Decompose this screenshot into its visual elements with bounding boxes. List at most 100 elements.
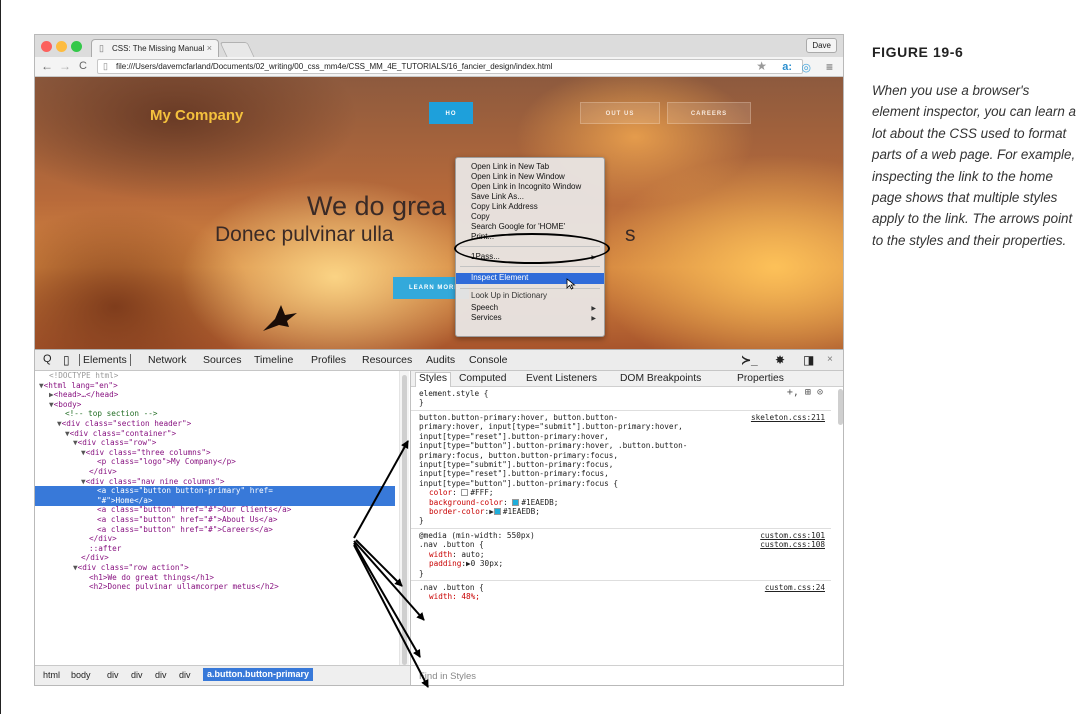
tab-timeline[interactable]: Timeline [254, 354, 293, 366]
tree-node-clients-link[interactable]: <a class="button" href="#">Our Clients</… [97, 505, 291, 515]
rule2-prop-width[interactable]: width: auto; [429, 550, 485, 559]
settings-gear-icon[interactable]: ✸ [775, 353, 785, 367]
back-icon[interactable]: ← [41, 59, 53, 73]
nav-home-button[interactable]: HO [429, 102, 473, 124]
tab-dom-breakpoints[interactable]: DOM Breakpoints [620, 373, 701, 384]
breadcrumb-selected[interactable]: a.button.button-primary [203, 668, 313, 681]
new-rule-icons[interactable]: +, ⊞ ⊙ [787, 387, 823, 397]
tree-node-head[interactable]: ▶<head>…</head> [49, 390, 118, 400]
rule1-selector-line[interactable]: input[type="button"].button-primary:hove… [419, 441, 687, 450]
breadcrumb-div[interactable]: div [179, 670, 191, 680]
rule3-selector[interactable]: .nav .button { [419, 583, 484, 592]
tree-node-logo[interactable]: <p class="logo">My Company</p> [97, 457, 236, 467]
reload-icon[interactable]: C [79, 60, 87, 72]
minimize-window-button[interactable] [56, 41, 67, 52]
menu-item-open-new-window[interactable]: Open Link in New Window [456, 172, 604, 182]
site-logo[interactable]: My Company [150, 107, 243, 124]
tree-node-doctype[interactable]: <!DOCTYPE html> [49, 371, 118, 381]
tree-node-home-link[interactable]: <a class="button button-primary" href= [97, 486, 273, 496]
extension-icon[interactable]: ◎ [801, 61, 811, 74]
breadcrumb-body[interactable]: body [71, 670, 91, 680]
tab-properties[interactable]: Properties [737, 373, 784, 384]
elements-scroll-thumb[interactable] [402, 375, 407, 665]
rule1-prop-border-color[interactable]: border-color:▶ #1EAEDB; [429, 507, 540, 516]
tree-node-row[interactable]: ▼<div class="row"> [73, 438, 156, 448]
forward-icon[interactable]: → [59, 59, 71, 73]
tab-resources[interactable]: Resources [362, 354, 412, 366]
tree-node-close-div[interactable]: </div> [89, 467, 117, 477]
menu-item-copy[interactable]: Copy [456, 212, 604, 222]
tree-node-after[interactable]: ::after [89, 544, 121, 554]
rule1-selector-line[interactable]: input[type="button"].button-primary:focu… [419, 479, 618, 488]
console-drawer-icon[interactable]: ≻_ [741, 353, 758, 367]
nav-about-button[interactable]: OUT US [580, 102, 660, 124]
new-tab-button[interactable] [219, 42, 255, 57]
rule1-prop-background-color[interactable]: background-color: #1EAEDB; [429, 498, 558, 507]
tab-network[interactable]: Network [148, 354, 187, 366]
rule3-prop-width[interactable]: width: 48%; [429, 592, 480, 601]
styles-scroll-thumb[interactable] [838, 389, 843, 425]
tab-styles[interactable]: Styles [415, 372, 452, 387]
styles-scrollbar[interactable] [837, 389, 843, 665]
nav-careers-button[interactable]: CAREERS [667, 102, 751, 124]
bookmark-star-icon[interactable]: ★ [756, 59, 767, 73]
close-tab-icon[interactable]: × [207, 43, 212, 53]
tab-computed[interactable]: Computed [459, 373, 507, 384]
rule2-selector[interactable]: .nav .button { [419, 540, 484, 549]
tree-node-body[interactable]: ▼<body> [49, 400, 81, 410]
rule1-selector-line[interactable]: input[type="reset"].button-primary:focus… [419, 469, 609, 478]
tree-node-html[interactable]: ▼<html lang="en"> [39, 381, 118, 391]
rule1-source-link[interactable]: skeleton.css:211 [751, 413, 825, 422]
tree-node-row-action[interactable]: ▼<div class="row action"> [73, 563, 189, 573]
rule1-selector-line[interactable]: input[type="reset"].button-primary:hover… [419, 432, 609, 441]
rule2-source-link[interactable]: custom.css:108 [760, 540, 825, 549]
tree-node-h2[interactable]: <h2>Donec pulvinar ullamcorper metus</h2… [89, 582, 279, 592]
tree-node-close-row[interactable]: </div> [81, 553, 109, 563]
menu-item-open-incognito[interactable]: Open Link in Incognito Window [456, 182, 604, 192]
tab-audits[interactable]: Audits [426, 354, 455, 366]
user-profile-button[interactable]: Dave [806, 38, 837, 53]
extension-a-icon[interactable]: a: [782, 61, 792, 73]
tab-sources[interactable]: Sources [203, 354, 242, 366]
rule1-selector-line[interactable]: primary:focus, button.button-primary:foc… [419, 451, 618, 460]
rule2-media-source-link[interactable]: custom.css:101 [760, 531, 825, 540]
menu-item-look-up[interactable]: Look Up in Dictionary [456, 291, 604, 301]
breadcrumb-div[interactable]: div [131, 670, 143, 680]
color-swatch[interactable] [461, 489, 469, 497]
menu-item-search-google[interactable]: Search Google for 'HOME' [456, 222, 604, 232]
rule1-selector-line[interactable]: button.button-primary:hover, button.butt… [419, 413, 618, 422]
browser-tab[interactable]: ▯ CSS: The Missing Manual × [91, 39, 219, 57]
zoom-window-button[interactable] [71, 41, 82, 52]
tree-node-careers-link[interactable]: <a class="button" href="#">Careers</a> [97, 525, 273, 535]
color-swatch[interactable] [493, 508, 501, 515]
tree-node-home-link-cont[interactable]: "#">Home</a> [97, 496, 153, 506]
tab-elements[interactable]: Elements [79, 354, 131, 366]
menu-item-open-new-tab[interactable]: Open Link in New Tab [456, 162, 604, 172]
find-in-styles-input[interactable]: Find in Styles [411, 665, 843, 685]
color-swatch[interactable] [512, 498, 520, 506]
breadcrumb-div[interactable]: div [107, 670, 119, 680]
element-style-selector[interactable]: element.style { [419, 389, 488, 398]
rule1-selector-line[interactable]: primary:hover, input[type="submit"].butt… [419, 422, 683, 431]
tree-node-nav[interactable]: ▼<div class="nav nine columns"> [81, 477, 225, 487]
tree-node-container[interactable]: ▼<div class="container"> [65, 429, 176, 439]
tree-node-close-nav[interactable]: </div> [89, 534, 117, 544]
menu-item-save-link[interactable]: Save Link As... [456, 192, 604, 202]
address-bar[interactable]: ▯ file:///Users/davemcfarland/Documents/… [97, 59, 803, 74]
search-icon[interactable]: Q [43, 353, 52, 365]
close-devtools-icon[interactable]: × [827, 354, 833, 365]
menu-item-inspect-element[interactable]: Inspect Element [456, 273, 604, 284]
rule1-selector-line[interactable]: input[type="submit"].button-primary:focu… [419, 460, 613, 469]
tab-profiles[interactable]: Profiles [311, 354, 346, 366]
device-mode-icon[interactable]: ▯ [63, 353, 70, 367]
tab-console[interactable]: Console [469, 354, 508, 366]
dock-side-icon[interactable]: ◨ [803, 353, 814, 367]
menu-item-services[interactable]: Services ▶ [456, 313, 604, 323]
rule3-source-link[interactable]: custom.css:24 [765, 583, 825, 592]
close-window-button[interactable] [41, 41, 52, 52]
breadcrumb-div[interactable]: div [155, 670, 167, 680]
tab-event-listeners[interactable]: Event Listeners [526, 373, 597, 384]
tree-node-three-columns[interactable]: ▼<div class="three columns"> [81, 448, 211, 458]
breadcrumb-html[interactable]: html [43, 670, 60, 680]
tree-node-section-header[interactable]: ▼<div class="section header"> [57, 419, 191, 429]
